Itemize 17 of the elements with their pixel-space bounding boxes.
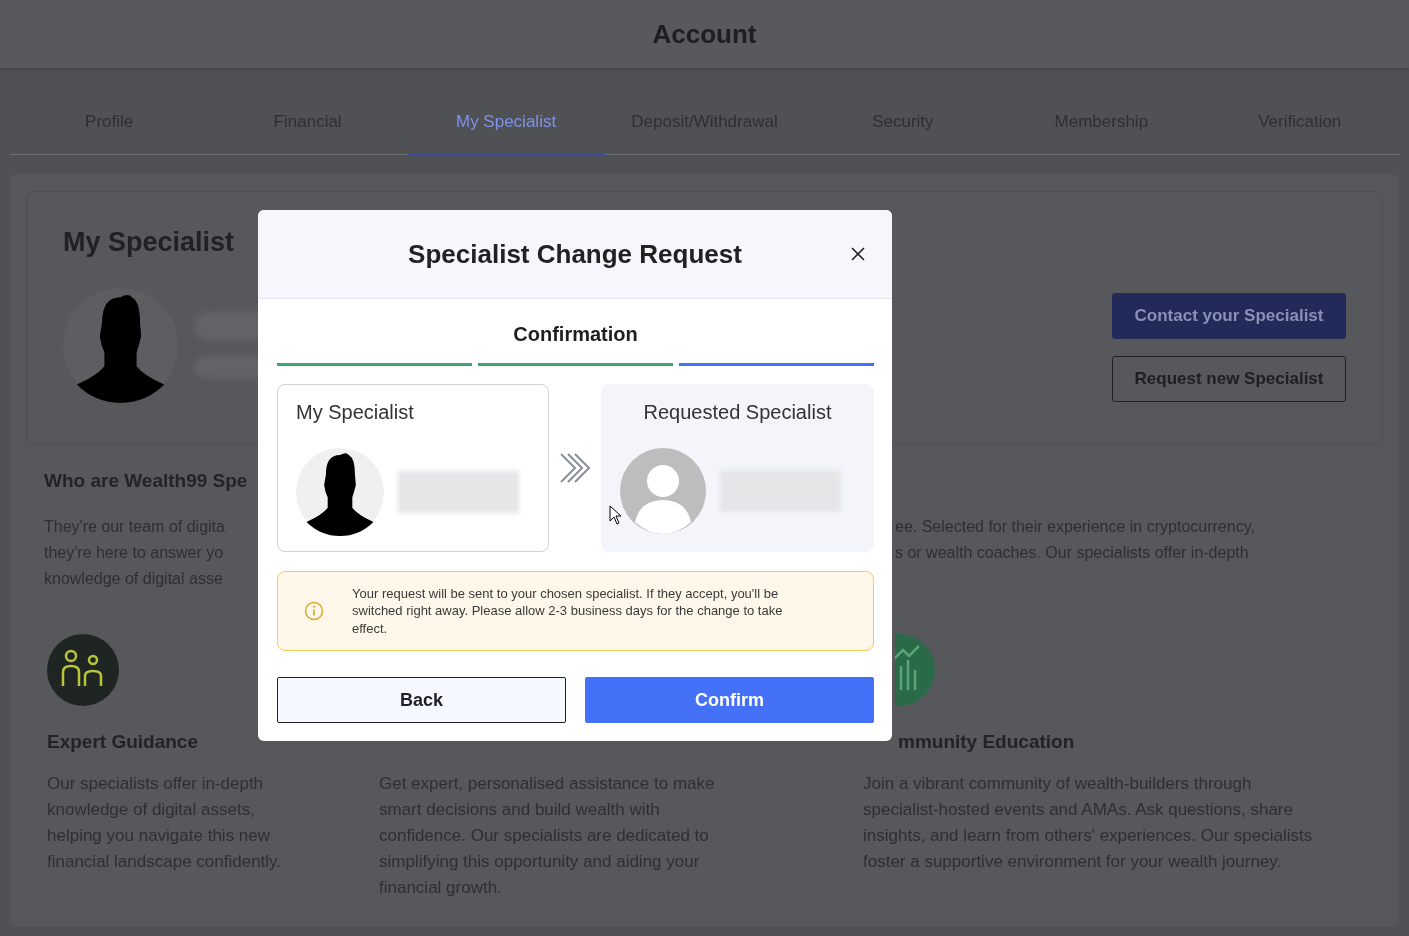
tab[interactable]: My Specialist (406, 90, 606, 155)
confirm-button[interactable]: Confirm (585, 677, 874, 723)
chevrons-icon (559, 452, 591, 484)
cursor-icon (609, 504, 623, 525)
dialog-title: Specialist Change Request (408, 237, 742, 271)
notice-text: Your request will be sent to your chosen specialist. If they accept, you'll be switched right away. Please allow 2-3 business days for the change to take effect. (352, 584, 784, 638)
chart-icon (895, 633, 935, 706)
contact-button[interactable]: Contact your Specialist (1112, 293, 1346, 339)
people-icon (47, 633, 119, 706)
section-title: My Specialist (63, 228, 236, 258)
info-icon (304, 601, 324, 621)
back-button[interactable]: Back (277, 677, 566, 723)
step-title: Confirmation (512, 322, 639, 347)
request-button[interactable]: Request new Specialist (1112, 356, 1346, 402)
card-label: Requested Specialist (642, 400, 833, 425)
card-label: My Specialist (296, 400, 415, 425)
page-title: Account (652, 17, 757, 51)
